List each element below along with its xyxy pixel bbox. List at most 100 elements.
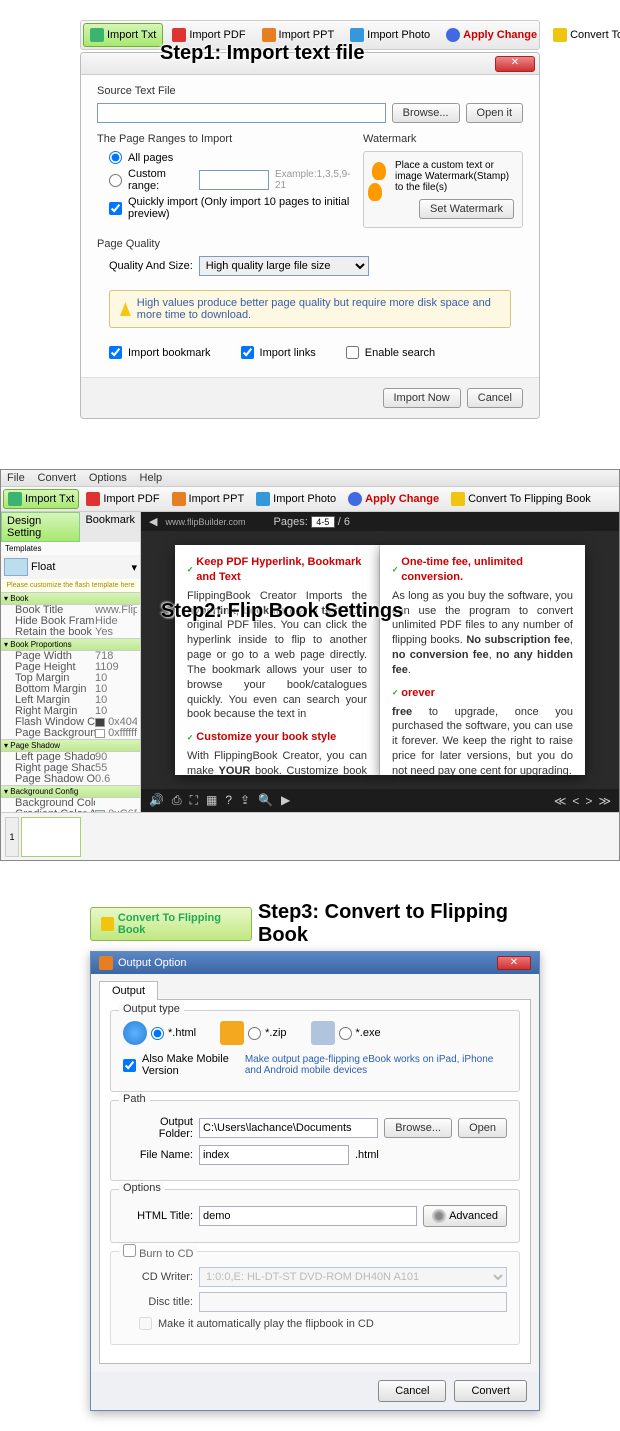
first-page-icon[interactable]: ≪ — [554, 794, 567, 808]
warning-text: High values produce better page quality … — [137, 297, 500, 321]
options-label: Options — [119, 1182, 165, 1194]
convert-button[interactable]: Convert To Flippi — [546, 23, 620, 47]
step1-section: Import Txt Import PDF Import PPT Import … — [0, 0, 620, 439]
html-title-input[interactable] — [199, 1206, 417, 1226]
quality-combo[interactable]: High quality large file size — [199, 256, 369, 276]
all-pages-label: All pages — [128, 152, 173, 164]
ext-label: .html — [355, 1149, 379, 1161]
output-type-label: Output type — [119, 1003, 184, 1015]
template-row[interactable]: Float ▾ — [1, 555, 140, 579]
custom-range-radio[interactable] — [109, 174, 122, 187]
menu-help[interactable]: Help — [140, 472, 163, 484]
cancel-button[interactable]: Cancel — [467, 388, 523, 408]
set-watermark-button[interactable]: Set Watermark — [419, 199, 514, 219]
tb-import-pdf[interactable]: Import PDF — [81, 489, 164, 509]
file-name-input[interactable] — [199, 1145, 349, 1165]
bookmark-checkbox[interactable] — [109, 346, 122, 359]
template-thumb — [4, 558, 28, 576]
fullscreen-icon[interactable]: ⛶ — [190, 793, 198, 808]
step2-label: Step2: Flip Book Settings — [161, 600, 403, 623]
zip-radio[interactable] — [248, 1027, 261, 1040]
tab-bookmark[interactable]: Bookmark — [80, 512, 140, 542]
print-icon[interactable]: ⎙ — [172, 793, 182, 808]
watermark-box: Place a custom text or image Watermark(S… — [363, 151, 523, 228]
mobile-label: Also Make Mobile Version — [142, 1053, 231, 1077]
import-txt-button[interactable]: Import Txt — [83, 23, 163, 47]
search-checkbox[interactable] — [346, 346, 359, 359]
open-button[interactable]: Open it — [466, 103, 523, 123]
output-folder-label: Output Folder: — [123, 1116, 193, 1140]
custom-range-input[interactable] — [199, 170, 269, 190]
browse-button[interactable]: Browse... — [392, 103, 460, 123]
ranges-label: The Page Ranges to Import — [97, 133, 353, 145]
step2-section: File Convert Options Help Import Txt Imp… — [0, 469, 620, 861]
mobile-checkbox[interactable] — [123, 1059, 136, 1072]
thumb-icon[interactable]: ▦ — [206, 793, 217, 808]
menu-options[interactable]: Options — [89, 472, 127, 484]
advanced-button[interactable]: Advanced — [423, 1205, 507, 1227]
sound-icon[interactable]: 🔊 — [149, 793, 164, 808]
options-group: Options HTML Title: Advanced — [110, 1189, 520, 1243]
output-tab[interactable]: Output — [99, 981, 158, 1000]
share-icon[interactable]: ⇪ — [240, 793, 250, 808]
autoflip-icon[interactable]: ▶ — [281, 793, 290, 808]
import-photo-label: Import Photo — [367, 29, 430, 41]
mobile-note: Make output page-flipping eBook works on… — [245, 1054, 507, 1076]
tb-import-txt[interactable]: Import Txt — [3, 489, 79, 509]
tb-import-ppt[interactable]: Import PPT — [167, 489, 250, 509]
convert-label: Convert To Flippi — [570, 29, 620, 41]
tab-design[interactable]: Design Setting — [1, 512, 80, 542]
page-input[interactable] — [311, 516, 335, 528]
all-pages-radio[interactable] — [109, 151, 122, 164]
menu-convert[interactable]: Convert — [38, 472, 77, 484]
pdf-icon — [172, 28, 186, 42]
convert-button[interactable]: Convert — [454, 1380, 527, 1402]
html-title-label: HTML Title: — [123, 1210, 193, 1222]
custom-range-label: Custom range: — [128, 168, 193, 192]
output-type-group: Output type *.html *.zip *.exe Also Make… — [110, 1010, 520, 1092]
close-button[interactable]: ✕ — [495, 56, 535, 72]
tb-convert[interactable]: Convert To Flipping Book — [446, 489, 596, 509]
ppt-icon — [262, 28, 276, 42]
quick-import-checkbox[interactable] — [109, 202, 122, 215]
quality-label: Page Quality — [97, 238, 523, 250]
zoom-icon[interactable]: 🔍 — [258, 793, 273, 808]
gear-icon — [432, 1209, 446, 1223]
warning-icon — [120, 302, 131, 316]
menu-file[interactable]: File — [7, 472, 25, 484]
next-page-icon[interactable]: > — [585, 794, 592, 808]
source-file-input[interactable] — [97, 103, 386, 123]
watermark-text: Place a custom text or image Watermark(S… — [395, 160, 514, 193]
burn-checkbox[interactable] — [123, 1244, 136, 1257]
html-icon — [123, 1021, 147, 1045]
apply-change-button[interactable]: Apply Change — [439, 23, 544, 47]
cd-writer-label: CD Writer: — [123, 1271, 193, 1283]
html-radio[interactable] — [151, 1027, 164, 1040]
close-button[interactable]: ✕ — [497, 956, 531, 970]
exe-radio[interactable] — [339, 1027, 352, 1040]
path-label: Path — [119, 1093, 150, 1105]
links-label: Import links — [260, 347, 316, 359]
burn-group: Burn to CD CD Writer: 1:0:0,E: HL-DT-ST … — [110, 1251, 520, 1345]
autoplay-checkbox — [139, 1317, 152, 1330]
tb-import-photo[interactable]: Import Photo — [251, 489, 341, 509]
output-folder-input[interactable] — [199, 1118, 378, 1138]
open-button[interactable]: Open — [458, 1118, 507, 1138]
example-hint: Example:1,3,5,9-21 — [275, 169, 353, 191]
tb-apply[interactable]: Apply Change — [343, 489, 444, 509]
browse-button[interactable]: Browse... — [384, 1118, 452, 1138]
help-icon[interactable]: ? — [225, 793, 232, 808]
links-checkbox[interactable] — [241, 346, 254, 359]
import-now-button[interactable]: Import Now — [383, 388, 461, 408]
convert-chip[interactable]: Convert To Flipping Book — [90, 907, 252, 941]
property-tree[interactable]: ▾ BookBook Titlewww.FlipBuil...Hide Book… — [1, 592, 140, 812]
prev-page-icon[interactable]: < — [572, 794, 579, 808]
search-label: Enable search — [365, 347, 435, 359]
last-page-icon[interactable]: ≫ — [598, 794, 611, 808]
thumb[interactable] — [21, 817, 81, 857]
step3-section: Convert To Flipping Book Step3: Convert … — [0, 901, 620, 1431]
import-dialog: ✕ Source Text File Browse... Open it The… — [80, 52, 540, 419]
cancel-button[interactable]: Cancel — [378, 1380, 446, 1402]
autoplay-label: Make it automatically play the flipbook … — [158, 1318, 374, 1330]
output-title: Output Option — [118, 957, 187, 969]
